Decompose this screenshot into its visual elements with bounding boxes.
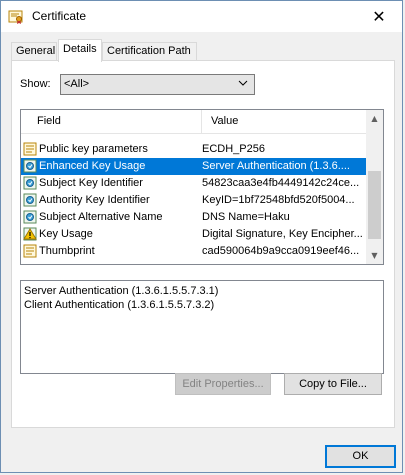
- row-field-name: Public key parameters: [39, 143, 148, 155]
- detail-line: Client Authentication (1.3.6.1.5.5.7.3.2…: [24, 299, 215, 311]
- details-panel: Show: <All> Field Value Public key param…: [11, 60, 395, 428]
- chevron-down-icon: [238, 78, 248, 91]
- row-field-value: DNS Name=Haku: [202, 211, 290, 223]
- window-title: Certificate: [32, 9, 87, 23]
- copy-to-file-button[interactable]: Copy to File...: [284, 373, 382, 395]
- scroll-thumb[interactable]: [368, 171, 381, 239]
- row-field-name: Enhanced Key Usage: [39, 160, 146, 172]
- show-dropdown[interactable]: <All>: [60, 74, 255, 95]
- close-icon: ✕: [372, 7, 386, 26]
- column-header-field[interactable]: Field: [37, 115, 61, 127]
- tab-details[interactable]: Details: [58, 39, 102, 62]
- row-field-name: Subject Alternative Name: [39, 211, 163, 223]
- certificate-field-icon: [23, 142, 37, 156]
- tab-certification-path[interactable]: Certification Path: [102, 42, 197, 60]
- list-header: Field Value: [21, 110, 368, 134]
- show-selected-value: <All>: [64, 78, 90, 90]
- row-field-name: Authority Key Identifier: [39, 194, 150, 206]
- row-field-name: Subject Key Identifier: [39, 177, 143, 189]
- row-field-value: Digital Signature, Key Encipher...: [202, 228, 363, 240]
- row-field-value: KeyID=1bf72548bfd520f5004...: [202, 194, 355, 206]
- tab-general[interactable]: General: [11, 42, 57, 60]
- ok-button[interactable]: OK: [325, 445, 396, 468]
- row-field-value: Server Authentication (1.3.6....: [202, 160, 350, 172]
- edit-properties-button[interactable]: Edit Properties...: [175, 373, 271, 395]
- column-header-value[interactable]: Value: [211, 115, 238, 127]
- extension-icon: [23, 193, 37, 207]
- list-row[interactable]: Enhanced Key Usage Server Authentication …: [21, 158, 368, 175]
- field-detail-textbox[interactable]: Server Authentication (1.3.6.1.5.5.7.3.1…: [20, 280, 384, 374]
- extension-icon: [23, 176, 37, 190]
- list-row[interactable]: Key Usage Digital Signature, Key Encipher…: [21, 226, 368, 243]
- certificate-dialog: Certificate ✕ General Details Certificat…: [0, 0, 403, 473]
- list-row[interactable]: Subject Alternative Name DNS Name=Haku: [21, 209, 368, 226]
- row-field-value: 54823caa3e4fb4449142c24ce...: [202, 177, 360, 189]
- list-rows: Public key parameters ECDH_P256 Enhanced K…: [21, 141, 368, 260]
- vertical-scrollbar[interactable]: ▲ ▼: [366, 110, 383, 264]
- list-row[interactable]: Thumbprint cad590064b9a9cca0919eef46...: [21, 243, 368, 260]
- column-divider[interactable]: [201, 110, 202, 134]
- title-bar: Certificate ✕: [1, 1, 402, 32]
- certificate-icon: [8, 9, 24, 25]
- certificate-field-icon: [23, 244, 37, 258]
- warning-extension-icon: [23, 227, 37, 241]
- extension-icon: [23, 210, 37, 224]
- list-row[interactable]: Authority Key Identifier KeyID=1bf72548bf…: [21, 192, 368, 209]
- detail-line: Server Authentication (1.3.6.1.5.5.7.3.1…: [24, 285, 219, 297]
- close-button[interactable]: ✕: [356, 1, 402, 32]
- row-field-value: cad590064b9a9cca0919eef46...: [202, 245, 360, 257]
- row-field-value: ECDH_P256: [202, 143, 265, 155]
- list-row[interactable]: Public key parameters ECDH_P256: [21, 141, 368, 158]
- scroll-up-icon[interactable]: ▲: [366, 110, 383, 127]
- row-field-name: Thumbprint: [39, 245, 95, 257]
- scroll-down-icon[interactable]: ▼: [366, 247, 383, 264]
- show-label: Show:: [20, 78, 51, 90]
- fields-list[interactable]: Field Value Public key parameters ECDH_P2…: [20, 109, 384, 265]
- extension-icon: [23, 159, 37, 173]
- row-field-name: Key Usage: [39, 228, 93, 240]
- list-row[interactable]: Subject Key Identifier 54823caa3e4fb44491…: [21, 175, 368, 192]
